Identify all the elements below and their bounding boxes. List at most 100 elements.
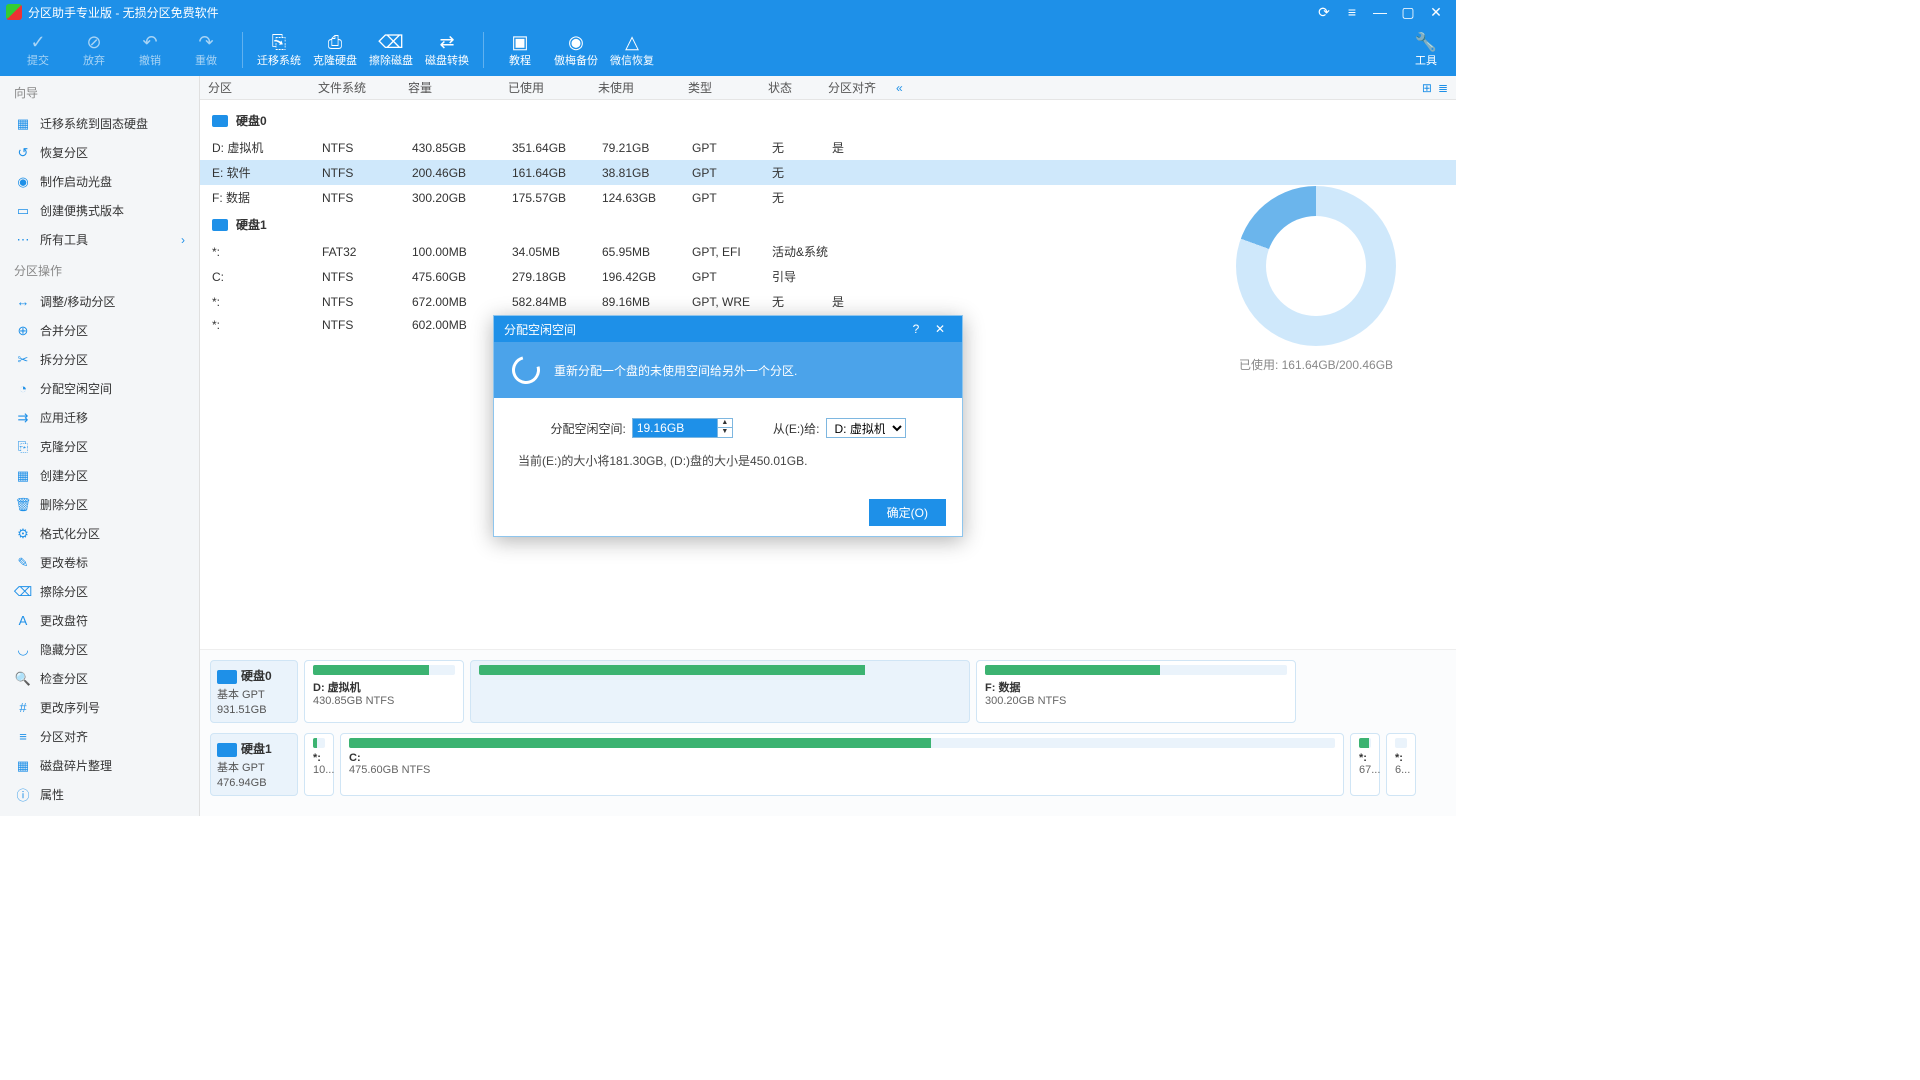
ops-item[interactable]: ▦磁盘碎片整理	[0, 751, 199, 780]
disk-icon	[212, 219, 228, 231]
sidebar-icon: A	[14, 613, 32, 629]
clone-disk-button[interactable]: ⎙克隆硬盘	[307, 26, 363, 74]
wizard-item[interactable]: ⋯所有工具	[0, 225, 199, 254]
disk-header[interactable]: 硬盘0	[200, 106, 1456, 135]
usage-donut: 已使用: 161.64GB/200.46GB	[1206, 186, 1426, 373]
partition-row[interactable]: E: 软件NTFS200.46GB161.64GB38.81GBGPT无	[200, 160, 1456, 185]
partition-block[interactable]	[470, 660, 970, 723]
from-to-label: 从(E:)给:	[773, 420, 820, 437]
dialog-banner: 重新分配一个盘的未使用空间给另外一个分区.	[494, 342, 962, 398]
grid-view-icon[interactable]: ⊞	[1422, 81, 1432, 95]
sidebar-icon: ⌫	[14, 584, 32, 600]
dialog-help-icon[interactable]: ?	[904, 322, 928, 336]
ops-item[interactable]: ◔分配空闲空间	[0, 374, 199, 403]
ops-item[interactable]: ⌫擦除分区	[0, 577, 199, 606]
sidebar-icon: ◉	[14, 174, 32, 190]
dialog-close-icon[interactable]: ✕	[928, 322, 952, 336]
toolbar: ✓提交 ⊘放弃 ↶撤销 ↷重做 ⎘迁移系统 ⎙克隆硬盘 ⌫擦除磁盘 ⇄磁盘转换 …	[0, 24, 1456, 76]
ops-item[interactable]: #更改序列号	[0, 693, 199, 722]
sidebar-icon: ◔	[14, 381, 32, 397]
menu-icon[interactable]: ≡	[1338, 0, 1366, 24]
sidebar-icon: ⋯	[14, 232, 32, 248]
ops-item[interactable]: ✂拆分分区	[0, 345, 199, 374]
wizard-item[interactable]: ↺恢复分区	[0, 138, 199, 167]
disk-card-info[interactable]: 硬盘0基本 GPT931.51GB	[210, 660, 298, 723]
sidebar-icon: #	[14, 700, 32, 716]
alloc-size-input[interactable]	[632, 418, 718, 438]
ops-item[interactable]: ⇉应用迁移	[0, 403, 199, 432]
ops-item[interactable]: A更改盘符	[0, 606, 199, 635]
sidebar-icon: ⊕	[14, 323, 32, 339]
disk-card-info[interactable]: 硬盘1基本 GPT476.94GB	[210, 733, 298, 796]
disk-card: 硬盘0基本 GPT931.51GBD: 虚拟机430.85GB NTFS F: 数…	[210, 660, 1446, 723]
minimize-button[interactable]: —	[1366, 0, 1394, 24]
alloc-label: 分配空闲空间:	[550, 420, 625, 437]
partition-block[interactable]: *:6...	[1386, 733, 1416, 796]
sidebar-icon: ↔	[14, 294, 32, 310]
sidebar-icon: ✂	[14, 352, 32, 368]
backup-button[interactable]: ◉傲梅备份	[548, 26, 604, 74]
sidebar-icon: ▭	[14, 203, 32, 219]
target-partition-select[interactable]: D: 虚拟机	[826, 418, 906, 438]
ops-item[interactable]: ⎘克隆分区	[0, 432, 199, 461]
refresh-icon[interactable]: ⟳	[1310, 0, 1338, 24]
partition-table-header: 分区 文件系统 容量 已使用 未使用 类型 状态 分区对齐 « ⊞ ≣	[200, 76, 1456, 100]
ops-item[interactable]: 🔍检查分区	[0, 664, 199, 693]
close-button[interactable]: ✕	[1422, 0, 1450, 24]
sidebar-icon: ▦	[14, 758, 32, 774]
disk-icon	[217, 743, 237, 757]
tools-button[interactable]: 🔧工具	[1406, 26, 1446, 74]
ops-item[interactable]: ▦创建分区	[0, 461, 199, 490]
ops-item[interactable]: ⊕合并分区	[0, 316, 199, 345]
partition-block[interactable]: *:10...	[304, 733, 334, 796]
maximize-button[interactable]: ▢	[1394, 0, 1422, 24]
sidebar: 向导 ▦迁移系统到固态硬盘↺恢复分区◉制作启动光盘▭创建便携式版本⋯所有工具 分…	[0, 76, 200, 816]
window-title: 分区助手专业版 - 无损分区免费软件	[28, 4, 1310, 21]
ops-item[interactable]: ◡隐藏分区	[0, 635, 199, 664]
list-view-icon[interactable]: ≣	[1438, 81, 1448, 95]
disk-card: 硬盘1基本 GPT476.94GB*:10...C:475.60GB NTFS*…	[210, 733, 1446, 796]
wizard-item[interactable]: ▭创建便携式版本	[0, 196, 199, 225]
disk-cards: 硬盘0基本 GPT931.51GBD: 虚拟机430.85GB NTFS F: 数…	[200, 649, 1456, 816]
convert-disk-button[interactable]: ⇄磁盘转换	[419, 26, 475, 74]
allocate-free-space-dialog: 分配空闲空间 ? ✕ 重新分配一个盘的未使用空间给另外一个分区. 分配空闲空间:…	[493, 315, 963, 537]
sidebar-icon: 🗑	[14, 497, 32, 513]
alloc-spinner[interactable]: ▲▼	[718, 418, 733, 438]
ops-item[interactable]: ⓘ属性	[0, 780, 199, 809]
pie-icon	[507, 351, 545, 389]
partition-block[interactable]: C:475.60GB NTFS	[340, 733, 1344, 796]
partition-block[interactable]: D: 虚拟机430.85GB NTFS	[304, 660, 464, 723]
ops-item[interactable]: 🗑删除分区	[0, 490, 199, 519]
ops-item[interactable]: ↔调整/移动分区	[0, 287, 199, 316]
dialog-titlebar[interactable]: 分配空闲空间 ? ✕	[494, 316, 962, 342]
app-logo-icon	[6, 4, 22, 20]
disk-icon	[217, 670, 237, 684]
partition-row[interactable]: D: 虚拟机NTFS430.85GB351.64GB79.21GBGPT无是	[200, 135, 1456, 160]
title-bar: 分区助手专业版 - 无损分区免费软件 ⟳ ≡ — ▢ ✕	[0, 0, 1456, 24]
wechat-recover-button[interactable]: △微信恢复	[604, 26, 660, 74]
sidebar-icon: ⇉	[14, 410, 32, 426]
sidebar-icon: ✎	[14, 555, 32, 571]
wipe-disk-button[interactable]: ⌫擦除磁盘	[363, 26, 419, 74]
collapse-columns-icon[interactable]: «	[896, 81, 903, 95]
migrate-os-button[interactable]: ⎘迁移系统	[251, 26, 307, 74]
sidebar-icon: ⓘ	[14, 787, 32, 803]
commit-button[interactable]: ✓提交	[10, 26, 66, 74]
sidebar-icon: ↺	[14, 145, 32, 161]
tutorial-button[interactable]: ▣教程	[492, 26, 548, 74]
discard-button[interactable]: ⊘放弃	[66, 26, 122, 74]
sidebar-icon: ▦	[14, 116, 32, 132]
partition-block[interactable]: *:67...	[1350, 733, 1380, 796]
ops-item[interactable]: ⚙格式化分区	[0, 519, 199, 548]
redo-button[interactable]: ↷重做	[178, 26, 234, 74]
partition-block[interactable]: F: 数据300.20GB NTFS	[976, 660, 1296, 723]
ops-item[interactable]: ✎更改卷标	[0, 548, 199, 577]
sidebar-icon: ≡	[14, 729, 32, 745]
ops-group-title: 分区操作	[0, 254, 199, 287]
wizard-item[interactable]: ▦迁移系统到固态硬盘	[0, 109, 199, 138]
ok-button[interactable]: 确定(O)	[869, 499, 946, 526]
wizard-item[interactable]: ◉制作启动光盘	[0, 167, 199, 196]
disk-icon	[212, 115, 228, 127]
ops-item[interactable]: ≡分区对齐	[0, 722, 199, 751]
undo-button[interactable]: ↶撤销	[122, 26, 178, 74]
